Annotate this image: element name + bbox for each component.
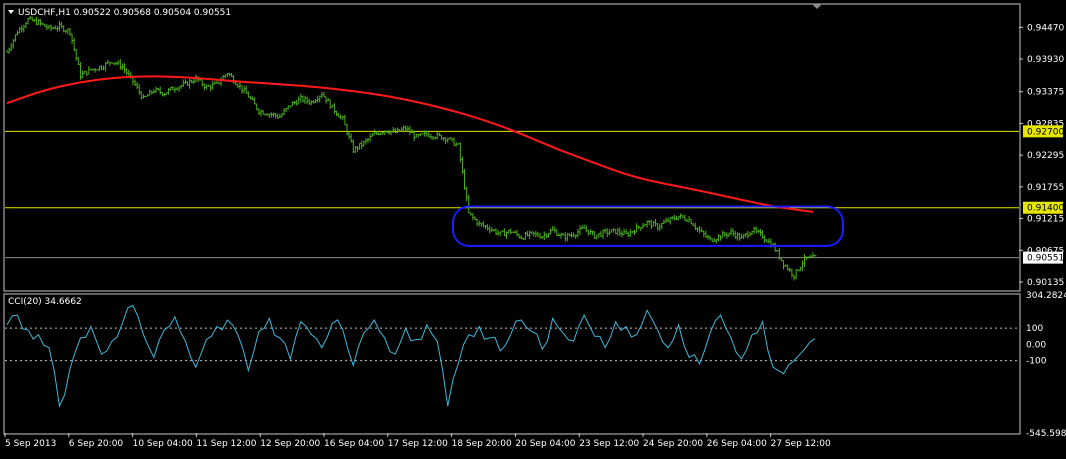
price-tick-label: 0.93930 bbox=[1027, 55, 1064, 65]
time-tick-label: 18 Sep 20:00 bbox=[452, 439, 512, 449]
time-tick-label: 10 Sep 04:00 bbox=[133, 439, 193, 449]
time-tick-label: 26 Sep 04:00 bbox=[707, 439, 767, 449]
time-tick-label: 20 Sep 04:00 bbox=[515, 439, 575, 449]
bid-price-label: 0.90551 bbox=[1027, 254, 1064, 264]
cci-tick-label: -100 bbox=[1026, 357, 1047, 367]
chart-window: 0.94470 0.93930 0.93375 0.92835 0.92295 0.917… bbox=[0, 0, 1066, 455]
time-tick-label: 24 Sep 20:00 bbox=[643, 439, 703, 449]
level-price-label: 0.91400 bbox=[1027, 204, 1064, 214]
price-tick-label: 0.90135 bbox=[1027, 278, 1064, 288]
time-tick-label: 5 Sep 2013 bbox=[5, 439, 56, 449]
chart-canvas: 0.944700.939300.933750.928350.922950.917… bbox=[0, 0, 1066, 455]
time-tick-label: 17 Sep 12:00 bbox=[388, 439, 448, 449]
price-tick-label: 0.94470 bbox=[1027, 23, 1064, 33]
time-tick-label: 12 Sep 20:00 bbox=[260, 439, 320, 449]
cci-tick-label: 0.00 bbox=[1026, 340, 1046, 350]
level-price-label: 0.92700 bbox=[1027, 127, 1064, 137]
chart-background bbox=[0, 0, 1066, 455]
price-tick-label: 0.91755 bbox=[1027, 183, 1064, 193]
price-tick-label: 0.92295 bbox=[1027, 151, 1064, 161]
price-title: USDCHF,H1 0.90522 0.90568 0.90504 0.9055… bbox=[18, 8, 231, 18]
cci-tick-label: 100 bbox=[1026, 324, 1043, 334]
time-tick-label: 23 Sep 12:00 bbox=[579, 439, 639, 449]
time-tick-label: 6 Sep 20:00 bbox=[69, 439, 124, 449]
cci-tick-label: 304.2824 bbox=[1026, 291, 1066, 301]
cci-title: CCI(20) 34.6662 bbox=[8, 297, 82, 307]
price-tick-label: 0.91215 bbox=[1027, 215, 1064, 225]
time-tick-label: 27 Sep 12:00 bbox=[771, 439, 831, 449]
time-tick-label: 11 Sep 12:00 bbox=[196, 439, 256, 449]
time-tick-label: 16 Sep 04:00 bbox=[324, 439, 384, 449]
price-tick-label: 0.93375 bbox=[1027, 88, 1064, 98]
cci-tick-label: -545.5983 bbox=[1026, 429, 1066, 439]
